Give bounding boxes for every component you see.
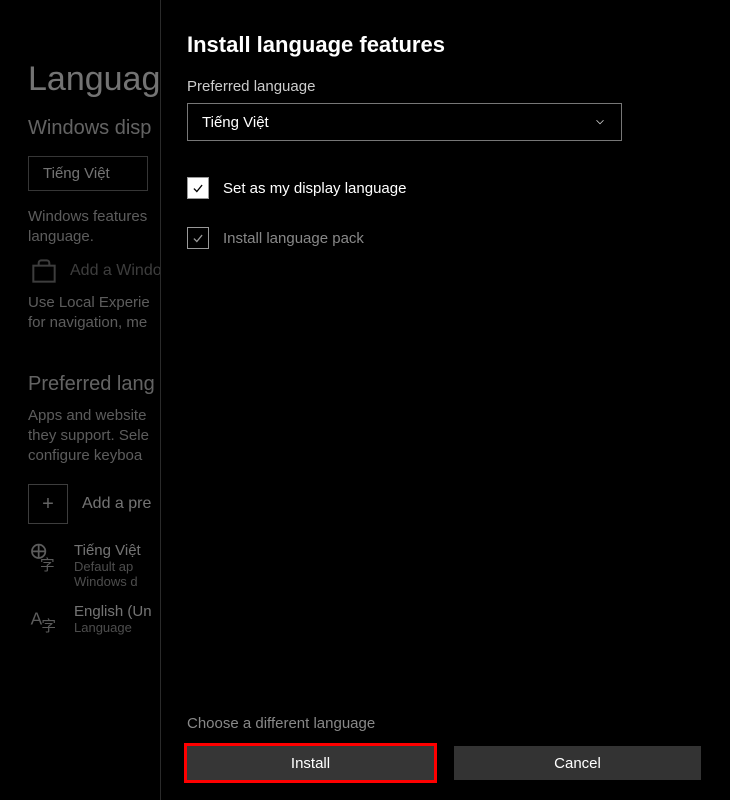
store-icon <box>28 255 60 287</box>
language-item-sub: Default ap Windows d <box>74 559 141 589</box>
checkbox-checked-icon[interactable] <box>187 177 209 199</box>
globe-lang-icon: 字 <box>28 542 60 574</box>
install-language-pack-row[interactable]: Install language pack <box>187 227 701 249</box>
chevron-down-icon <box>593 115 607 129</box>
checkbox-unchecked-icon[interactable] <box>187 227 209 249</box>
install-language-features-dialog: Install language features Preferred lang… <box>160 0 725 800</box>
svg-text:字: 字 <box>40 557 55 574</box>
add-preferred-label: Add a pre <box>82 495 151 513</box>
choose-different-language-link[interactable]: Choose a different language <box>187 715 701 732</box>
preferred-language-value: Tiếng Việt <box>202 114 269 131</box>
preferred-language-label: Preferred language <box>187 78 701 95</box>
language-item-name: Tiếng Việt <box>74 542 141 559</box>
display-language-value: Tiếng Việt <box>43 165 110 182</box>
dialog-title: Install language features <box>187 32 701 58</box>
plus-icon: + <box>28 484 68 524</box>
set-display-language-label: Set as my display language <box>223 180 406 197</box>
set-display-language-row[interactable]: Set as my display language <box>187 177 701 199</box>
install-language-pack-label: Install language pack <box>223 230 364 247</box>
lang-a-icon: A字 <box>28 603 60 635</box>
svg-text:字: 字 <box>41 618 56 635</box>
display-language-select[interactable]: Tiếng Việt <box>28 156 148 191</box>
cancel-button[interactable]: Cancel <box>454 746 701 780</box>
language-item-name: English (Un <box>74 603 152 620</box>
language-item-sub: Language <box>74 620 152 635</box>
preferred-language-select[interactable]: Tiếng Việt <box>187 103 622 141</box>
install-button[interactable]: Install <box>187 746 434 780</box>
store-link-label: Add a Windo <box>70 262 162 280</box>
